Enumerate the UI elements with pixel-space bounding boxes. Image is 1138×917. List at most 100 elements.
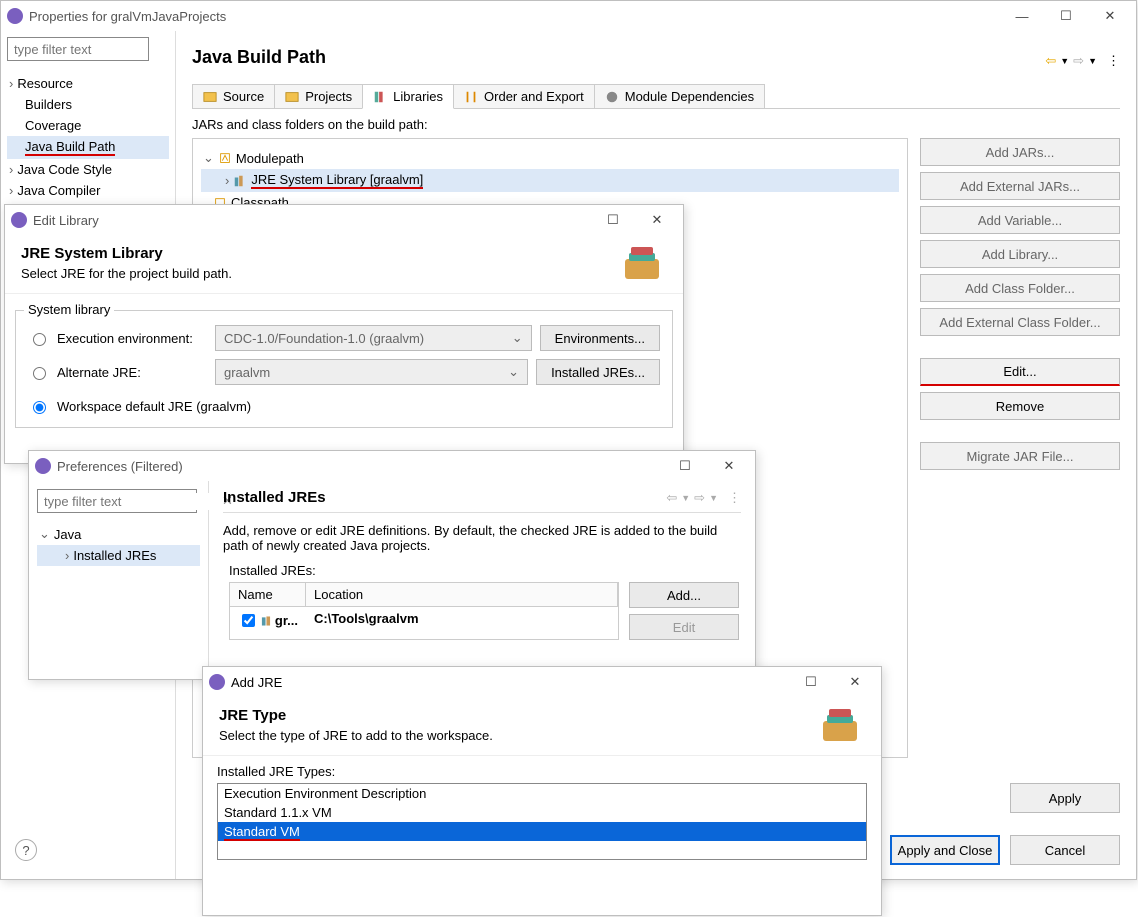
library-books-icon — [817, 707, 865, 745]
menu-icon[interactable]: ⋮ — [728, 490, 741, 506]
jre-checkbox[interactable] — [242, 614, 255, 627]
minimize-icon[interactable]: — — [1002, 3, 1042, 29]
environments-button[interactable]: Environments... — [540, 325, 660, 351]
sidebar-item-resource[interactable]: ›Resource — [7, 73, 169, 94]
maximize-icon[interactable]: ☐ — [1046, 3, 1086, 29]
prefs-filter-input[interactable] — [42, 493, 222, 510]
help-icon[interactable]: ? — [15, 839, 37, 861]
filter-input[interactable] — [7, 37, 149, 61]
prefs-edit-button[interactable]: Edit — [629, 614, 739, 640]
properties-title: Properties for gralVmJavaProjects — [29, 9, 1002, 24]
page-title: Java Build Path — [192, 47, 326, 68]
close-icon[interactable]: ✕ — [637, 207, 677, 233]
migrate-jar-button[interactable]: Migrate JAR File... — [920, 442, 1120, 470]
add-jre-title: Add JRE — [231, 675, 791, 690]
classpath-buttons: Add JARs... Add External JARs... Add Var… — [920, 138, 1120, 758]
forward-icon[interactable]: ⇨ — [694, 490, 705, 506]
eclipse-icon — [11, 212, 27, 228]
library-books-icon — [619, 245, 667, 283]
exec-env-combo[interactable]: CDC-1.0/Foundation-1.0 (graalvm)⌄ — [215, 325, 532, 351]
edit-button[interactable]: Edit... — [920, 358, 1120, 386]
cancel-button[interactable]: Cancel — [1010, 835, 1120, 865]
edit-library-title: Edit Library — [33, 213, 593, 228]
jre-location: C:\Tools\graalvm — [306, 607, 618, 634]
preferences-title: Preferences (Filtered) — [57, 459, 665, 474]
jre-type-subtitle: Select the type of JRE to add to the wor… — [219, 728, 817, 743]
eclipse-icon — [209, 674, 225, 690]
add-jars-button[interactable]: Add JARs... — [920, 138, 1120, 166]
apply-button[interactable]: Apply — [1010, 783, 1120, 813]
installed-jre-types-label: Installed JRE Types: — [217, 764, 867, 779]
eclipse-icon — [35, 458, 51, 474]
toolbar-nav: ⇦ ▼ ⇨ ▼ ⋮ — [1045, 53, 1120, 69]
build-path-tabs: Source Projects Libraries Order and Expo… — [192, 84, 1120, 109]
back-icon[interactable]: ⇦ — [1045, 53, 1056, 69]
close-icon[interactable]: ✕ — [1090, 3, 1130, 29]
exec-env-radio[interactable] — [33, 333, 46, 346]
add-external-class-folder-button[interactable]: Add External Class Folder... — [920, 308, 1120, 336]
jre-system-library-heading: JRE System Library — [21, 245, 619, 262]
prefs-tree-java[interactable]: ⌄Java — [37, 523, 200, 545]
add-external-jars-button[interactable]: Add External JARs... — [920, 172, 1120, 200]
tab-order-export[interactable]: Order and Export — [453, 84, 595, 108]
alternate-jre-label: Alternate JRE: — [57, 365, 207, 380]
jars-description: JARs and class folders on the build path… — [192, 117, 1120, 132]
tab-module-deps[interactable]: Module Dependencies — [594, 84, 765, 108]
remove-button[interactable]: Remove — [920, 392, 1120, 420]
installed-jres-table[interactable]: Name Location gr... C:\Tools\graalvm — [229, 582, 619, 640]
installed-jres-table-label: Installed JREs: — [229, 563, 741, 578]
maximize-icon[interactable]: ☐ — [791, 669, 831, 695]
eclipse-icon — [7, 8, 23, 24]
col-location[interactable]: Location — [306, 583, 618, 606]
installed-jres-button[interactable]: Installed JREs... — [536, 359, 660, 385]
sidebar-item-java-code-style[interactable]: ›Java Code Style — [7, 159, 169, 180]
prefs-tree-installed-jres[interactable]: ›Installed JREs — [37, 545, 200, 566]
list-item[interactable]: Execution Environment Description — [218, 784, 866, 803]
add-class-folder-button[interactable]: Add Class Folder... — [920, 274, 1120, 302]
jre-types-listbox[interactable]: Execution Environment Description Standa… — [217, 783, 867, 860]
properties-titlebar: Properties for gralVmJavaProjects — ☐ ✕ — [1, 1, 1136, 31]
table-row[interactable]: gr... C:\Tools\graalvm — [230, 607, 618, 634]
sidebar-item-builders[interactable]: Builders — [7, 94, 169, 115]
add-jre-dialog: Add JRE ☐ ✕ JRE Type Select the type of … — [202, 666, 882, 916]
chevron-down-icon: ⌄ — [508, 364, 519, 380]
jre-type-heading: JRE Type — [219, 707, 817, 724]
workspace-default-radio[interactable] — [33, 401, 46, 414]
maximize-icon[interactable]: ☐ — [665, 453, 705, 479]
menu-icon[interactable]: ⋮ — [1107, 53, 1120, 69]
sidebar-item-java-build-path[interactable]: Java Build Path — [7, 136, 169, 159]
chevron-down-icon: ⌄ — [512, 330, 523, 346]
close-icon[interactable]: ✕ — [835, 669, 875, 695]
add-variable-button[interactable]: Add Variable... — [920, 206, 1120, 234]
alternate-jre-radio[interactable] — [33, 367, 46, 380]
prefs-add-button[interactable]: Add... — [629, 582, 739, 608]
system-library-group: System library Execution environment: CD… — [15, 310, 673, 428]
workspace-default-label: Workspace default JRE (graalvm) — [57, 399, 251, 414]
back-icon[interactable]: ⇦ — [666, 490, 677, 506]
tab-source[interactable]: Source — [192, 84, 275, 108]
tab-projects[interactable]: Projects — [274, 84, 363, 108]
tree-modulepath[interactable]: ⌄Modulepath — [201, 147, 899, 169]
jre-system-library-subtitle: Select JRE for the project build path. — [21, 266, 619, 281]
apply-and-close-button[interactable]: Apply and Close — [890, 835, 1000, 865]
dropdown-icon[interactable]: ▼ — [1088, 56, 1097, 66]
list-item-standard-vm[interactable]: Standard VM — [218, 822, 866, 841]
installed-jres-heading: Installed JREs — [223, 489, 326, 506]
dropdown-icon[interactable]: ▼ — [1060, 56, 1069, 66]
alternate-jre-combo[interactable]: graalvm⌄ — [215, 359, 528, 385]
edit-library-dialog: Edit Library ☐ ✕ JRE System Library Sele… — [4, 204, 684, 464]
close-icon[interactable]: ✕ — [709, 453, 749, 479]
tab-libraries[interactable]: Libraries — [362, 84, 454, 109]
add-library-button[interactable]: Add Library... — [920, 240, 1120, 268]
sidebar-item-java-compiler[interactable]: ›Java Compiler — [7, 180, 169, 201]
preferences-dialog: Preferences (Filtered) ☐ ✕ ✕ ⌄Java ›Inst… — [28, 450, 756, 680]
maximize-icon[interactable]: ☐ — [593, 207, 633, 233]
list-item[interactable]: Standard 1.1.x VM — [218, 803, 866, 822]
sidebar-item-coverage[interactable]: Coverage — [7, 115, 169, 136]
tree-jre-system-library[interactable]: ›JRE System Library [graalvm] — [201, 169, 899, 192]
col-name[interactable]: Name — [230, 583, 306, 606]
forward-icon[interactable]: ⇨ — [1073, 53, 1084, 69]
system-library-group-label: System library — [24, 302, 114, 317]
installed-jres-desc: Add, remove or edit JRE definitions. By … — [223, 523, 741, 553]
exec-env-label: Execution environment: — [57, 331, 207, 346]
